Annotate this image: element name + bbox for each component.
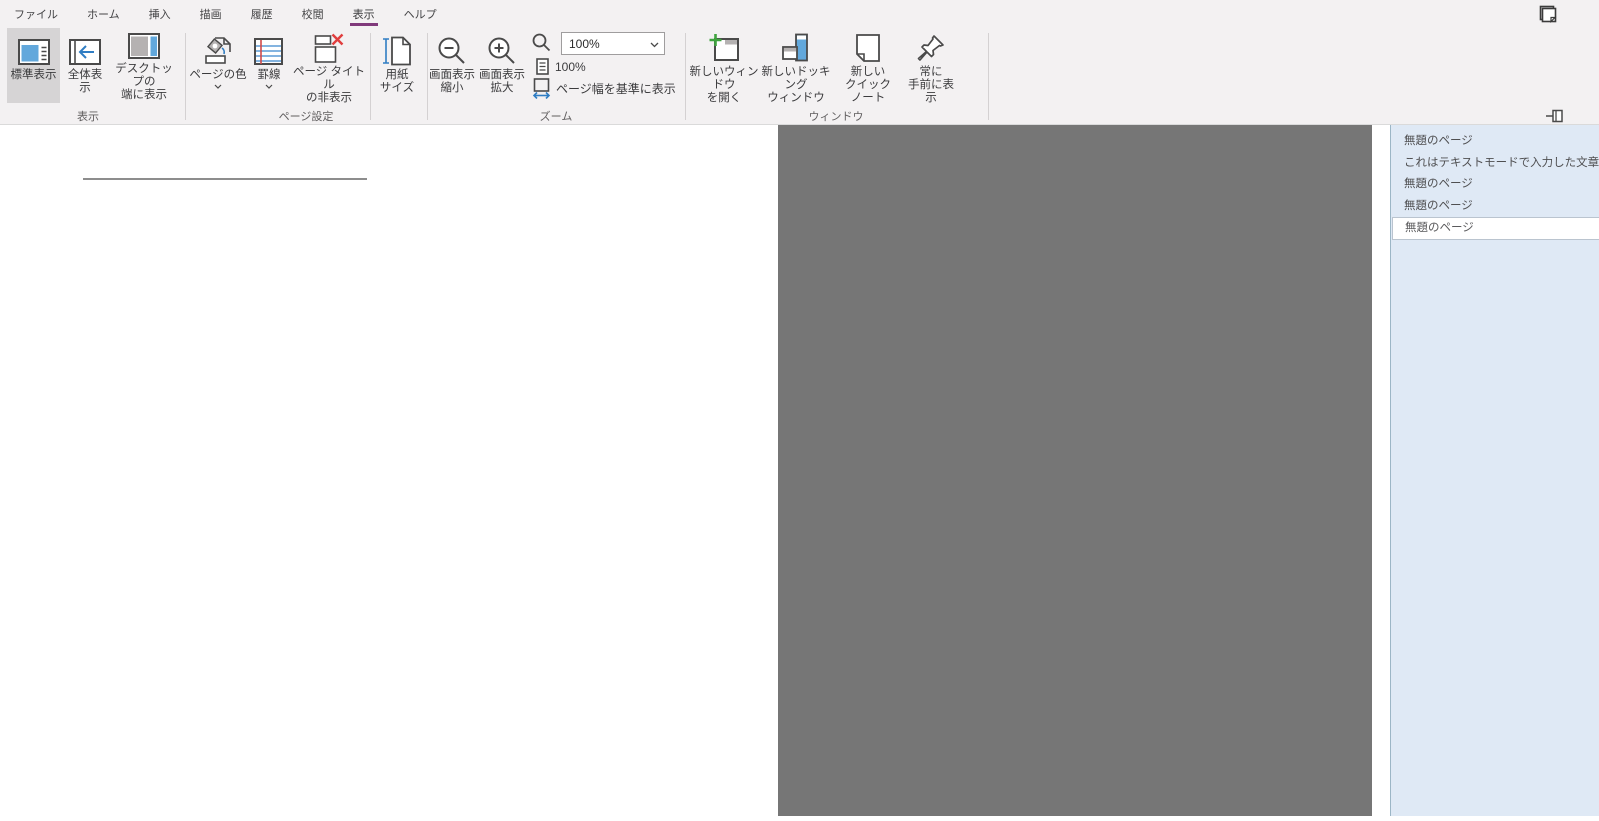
zoom-out-icon xyxy=(437,29,467,66)
menu-tabs: ファイル ホーム 挿入 描画 履歴 校閲 表示 ヘルプ xyxy=(0,0,1599,27)
hide-page-title-icon xyxy=(314,29,344,63)
page-list-panel: 無題のページ これはテキストモードで入力した文章で 無題のページ 無題のページ … xyxy=(1390,125,1599,816)
onenote-window: ファイル ホーム 挿入 描画 履歴 校閲 表示 ヘルプ 表示 ページ設定 ズーム xyxy=(0,0,1599,821)
paper-size-icon xyxy=(382,29,412,66)
tab-view[interactable]: 表示 xyxy=(353,0,375,27)
vertical-scrollbar-track[interactable] xyxy=(1372,125,1390,816)
button-label: 新しい クイック ノート xyxy=(839,66,897,105)
window-copy-icon[interactable] xyxy=(1537,5,1557,24)
group-label-page-setup: ページ設定 xyxy=(279,108,334,124)
ribbon-view-tab: 表示 ページ設定 ズーム ウィンドウ 標準表示 xyxy=(0,27,1599,125)
tab-help[interactable]: ヘルプ xyxy=(404,0,437,27)
new-quick-note-button[interactable]: 新しい クイック ノート xyxy=(838,28,898,103)
rule-lines-icon xyxy=(254,29,284,66)
normal-view-icon xyxy=(18,29,50,66)
page-title-underline xyxy=(83,178,367,180)
dock-to-desktop-icon xyxy=(128,29,160,60)
ribbon-tab-bar: ファイル ホーム 挿入 描画 履歴 校閲 表示 ヘルプ xyxy=(0,0,1599,27)
full-page-view-icon xyxy=(69,29,101,66)
new-quick-note-icon xyxy=(854,29,882,63)
button-label: 全体表示 xyxy=(63,69,107,95)
page-list: 無題のページ これはテキストモードで入力した文章で 無題のページ 無題のページ … xyxy=(1391,125,1599,240)
zoom-out-button[interactable]: 画面表示 縮小 xyxy=(428,28,476,103)
new-window-icon xyxy=(708,29,740,63)
page-width-icon xyxy=(532,78,551,99)
button-label: 用紙 サイズ xyxy=(380,69,414,95)
tab-home[interactable]: ホーム xyxy=(87,0,120,27)
page-editing-canvas[interactable] xyxy=(0,125,778,816)
tab-label: 表示 xyxy=(353,6,375,22)
group-separator xyxy=(370,33,371,120)
tab-label: 校閲 xyxy=(302,6,324,22)
button-label: ページの色 xyxy=(189,69,246,82)
button-label: 新しいウィンドウ を開く xyxy=(689,66,759,105)
dock-to-desktop-button[interactable]: デスクトップの 端に表示 xyxy=(110,28,178,103)
active-tab-underline xyxy=(350,23,378,26)
button-label: 画面表示 縮小 xyxy=(429,69,475,95)
tab-history[interactable]: 履歴 xyxy=(251,0,273,27)
page-color-button[interactable]: ページの色 xyxy=(188,28,248,103)
group-label-zoom: ズーム xyxy=(540,108,573,124)
hide-page-title-button[interactable]: ページ タイトル の非表示 xyxy=(290,28,368,103)
button-label: ページ タイトル の非表示 xyxy=(291,66,367,105)
tab-label: ヘルプ xyxy=(404,6,437,22)
tab-label: 描画 xyxy=(200,6,222,22)
button-label: 新しいドッキング ウィンドウ xyxy=(761,66,831,105)
search-icon xyxy=(532,33,551,52)
normal-view-button[interactable]: 標準表示 xyxy=(7,28,60,103)
chevron-down-icon xyxy=(214,84,222,89)
page-list-item[interactable]: これはテキストモードで入力した文章で xyxy=(1391,153,1599,175)
group-separator xyxy=(185,33,186,120)
page-color-icon xyxy=(203,29,233,66)
zoom-level-combobox[interactable] xyxy=(561,32,665,55)
tab-label: 履歴 xyxy=(251,6,273,22)
button-label: 画面表示 拡大 xyxy=(479,69,525,95)
button-label: デスクトップの 端に表示 xyxy=(111,63,177,102)
group-separator xyxy=(988,33,989,120)
page-list-item-selected[interactable]: 無題のページ xyxy=(1392,217,1599,240)
tab-draw[interactable]: 描画 xyxy=(200,0,222,27)
tab-file[interactable]: ファイル xyxy=(14,0,58,27)
tab-review[interactable]: 校閲 xyxy=(302,0,324,27)
button-label: 罫線 xyxy=(258,69,281,82)
new-docked-window-button[interactable]: 新しいドッキング ウィンドウ xyxy=(760,28,832,103)
page-width-zoom-button[interactable]: ページ幅を基準に表示 xyxy=(532,78,676,99)
page-list-item[interactable]: 無題のページ xyxy=(1391,174,1599,196)
new-docked-window-icon xyxy=(781,29,811,63)
new-window-button[interactable]: 新しいウィンドウ を開く xyxy=(688,28,760,103)
zoom-in-icon xyxy=(487,29,517,66)
paper-size-button[interactable]: 用紙 サイズ xyxy=(372,28,422,103)
empty-canvas-region xyxy=(778,125,1372,816)
pin-icon xyxy=(916,29,946,63)
full-page-view-button[interactable]: 全体表示 xyxy=(62,28,108,103)
button-label: 100% xyxy=(555,60,586,74)
always-on-top-button[interactable]: 常に 手前に表示 xyxy=(902,28,960,103)
ribbon-pin-icon[interactable] xyxy=(1546,109,1565,123)
button-label: ページ幅を基準に表示 xyxy=(556,80,676,97)
tab-label: ファイル xyxy=(14,6,58,22)
tab-label: ホーム xyxy=(87,6,120,22)
page-list-item[interactable]: 無題のページ xyxy=(1391,131,1599,153)
group-label-views: 表示 xyxy=(77,108,99,124)
page-list-item[interactable]: 無題のページ xyxy=(1391,196,1599,218)
group-separator xyxy=(685,33,686,120)
zoom-100-button[interactable]: 100% xyxy=(536,58,586,75)
group-label-window: ウィンドウ xyxy=(809,108,864,124)
chevron-down-icon xyxy=(265,84,273,89)
rule-lines-button[interactable]: 罫線 xyxy=(250,28,288,103)
zoom-level-input[interactable] xyxy=(567,36,645,52)
zoom-in-button[interactable]: 画面表示 拡大 xyxy=(478,28,526,103)
tab-label: 挿入 xyxy=(149,6,171,22)
chevron-down-icon[interactable] xyxy=(650,42,659,48)
page-lines-icon xyxy=(536,58,549,75)
tab-insert[interactable]: 挿入 xyxy=(149,0,171,27)
button-label: 常に 手前に表示 xyxy=(903,66,959,105)
button-label: 標準表示 xyxy=(11,69,57,82)
